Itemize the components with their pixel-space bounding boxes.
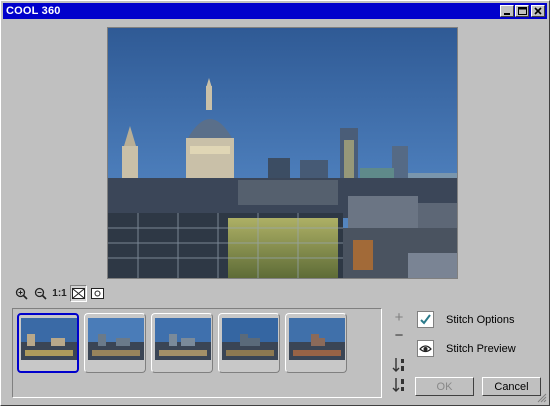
title-bar[interactable]: COOL 360: [3, 3, 547, 19]
zoom-in-icon: [15, 287, 28, 300]
thumbnail-image: [88, 318, 144, 360]
stitch-options-label[interactable]: Stitch Options: [446, 314, 514, 326]
thumbnail-2[interactable]: [84, 313, 146, 373]
zoom-in-button[interactable]: [13, 285, 30, 302]
close-button[interactable]: [531, 5, 545, 17]
thumbnail-image: [289, 318, 345, 360]
city-skyline-image: [108, 28, 457, 278]
window-controls: [499, 5, 545, 17]
fit-window-icon: [72, 288, 85, 299]
checkmark-icon: [420, 314, 431, 325]
zoom-out-icon: [34, 287, 47, 300]
thumbnail-3[interactable]: [151, 313, 213, 373]
view-toolbar: 1:1: [13, 285, 106, 302]
remove-image-button[interactable]: −: [390, 326, 408, 344]
zoom-out-button[interactable]: [32, 285, 49, 302]
ok-button[interactable]: OK: [415, 377, 474, 396]
window-title: COOL 360: [6, 5, 61, 17]
add-icon: +: [394, 308, 404, 326]
remove-icon: −: [394, 326, 404, 344]
close-icon: [534, 7, 542, 15]
thumbnail-image: [155, 318, 211, 360]
panorama-preview-image: [107, 27, 458, 279]
sort-ascending-icon: [392, 358, 404, 372]
thumbnail-4[interactable]: [218, 313, 280, 373]
actual-size-button[interactable]: 1:1: [51, 285, 68, 302]
cool360-window: COOL 360 1:1 + − Stitch Options Stitch P…: [0, 0, 550, 406]
cancel-button-label: Cancel: [494, 380, 529, 393]
stitch-preview-button[interactable]: [417, 340, 434, 357]
cancel-button[interactable]: Cancel: [482, 377, 541, 396]
stitch-preview-label[interactable]: Stitch Preview: [446, 343, 516, 355]
thumbnail-strip[interactable]: [12, 308, 382, 398]
thumbnail-list: [17, 313, 347, 373]
sort-ascending-button[interactable]: [390, 356, 408, 374]
eye-icon: [419, 345, 432, 353]
stitch-options-button[interactable]: [417, 311, 434, 328]
thumbnail-image: [21, 318, 77, 360]
sort-descending-button[interactable]: [390, 376, 408, 394]
ok-button-label: OK: [436, 380, 453, 393]
maximize-button[interactable]: [515, 5, 529, 17]
thumbnail-image: [222, 318, 278, 360]
minimize-button[interactable]: [500, 5, 514, 17]
resize-grip-icon[interactable]: [536, 392, 547, 403]
panorama-view-button[interactable]: [89, 285, 106, 302]
thumbnail-5[interactable]: [285, 313, 347, 373]
panorama-view-icon: [91, 288, 104, 299]
sort-descending-icon: [392, 378, 404, 392]
minimize-icon: [504, 13, 510, 15]
add-image-button[interactable]: +: [390, 308, 408, 326]
thumbnail-1[interactable]: [17, 313, 79, 373]
actual-size-label: 1:1: [52, 288, 67, 299]
fit-window-button[interactable]: [70, 285, 87, 302]
maximize-icon: [517, 7, 527, 15]
